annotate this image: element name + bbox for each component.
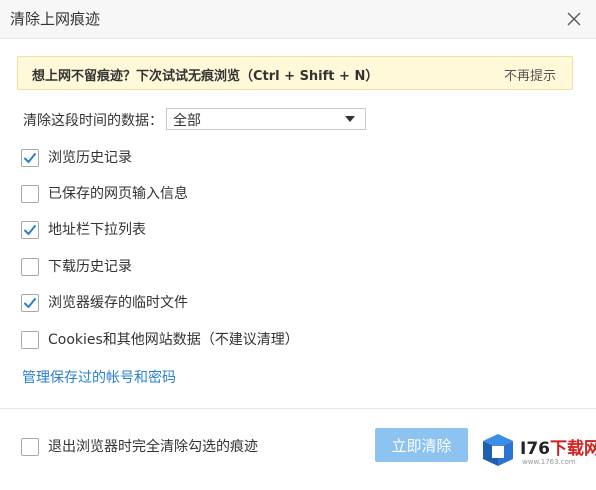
option-label: 下载历史记录 [48, 259, 132, 275]
footer-divider [0, 408, 596, 409]
option-label: 浏览历史记录 [48, 150, 132, 166]
incognito-tip-banner: 想上网不留痕迹？下次试试无痕浏览（Ctrl + Shift + N） 不再提示 [17, 56, 573, 90]
site-watermark: I76下载网 www.1763.com [478, 432, 596, 472]
checkbox[interactable] [21, 149, 39, 167]
watermark-brand-prefix: I76 [520, 439, 550, 459]
dialog-title: 清除上网痕迹 [10, 10, 101, 28]
checkbox[interactable] [21, 258, 39, 276]
clear-now-button[interactable]: 立即清除 [375, 428, 468, 462]
checkbox[interactable] [21, 331, 39, 349]
close-icon [567, 12, 581, 26]
watermark-brand-suffix: 下载网 [549, 439, 596, 459]
option-label: Cookies和其他网站数据（不建议清理） [48, 332, 299, 348]
watermark-url: www.1763.com [522, 458, 576, 466]
option-label: 浏览器缓存的临时文件 [48, 295, 188, 311]
close-button[interactable] [560, 5, 588, 33]
option-label: 退出浏览器时完全清除勾选的痕迹 [48, 439, 258, 455]
checkmark-icon [24, 298, 36, 308]
option-label: 已保存的网页输入信息 [48, 186, 188, 202]
dropdown-arrow-icon [345, 116, 355, 122]
dismiss-tip-link[interactable]: 不再提示 [504, 65, 556, 84]
checkbox[interactable] [21, 294, 39, 312]
watermark-brand: I76下载网 [520, 434, 596, 459]
checkbox[interactable] [21, 438, 39, 456]
manage-passwords-link[interactable]: 管理保存过的帐号和密码 [22, 367, 176, 387]
checkmark-icon [24, 225, 36, 235]
checkbox[interactable] [21, 185, 39, 203]
time-range-select[interactable]: 全部 [166, 108, 366, 130]
cube-logo-icon [483, 434, 513, 466]
option-label: 地址栏下拉列表 [48, 222, 146, 238]
checkbox[interactable] [21, 221, 39, 239]
checkmark-icon [24, 153, 36, 163]
time-range-value: 全部 [173, 113, 201, 129]
title-bar: 清除上网痕迹 [0, 0, 596, 39]
time-range-label: 清除这段时间的数据： [23, 113, 163, 129]
incognito-tip-text: 想上网不留痕迹？下次试试无痕浏览（Ctrl + Shift + N） [32, 69, 379, 84]
